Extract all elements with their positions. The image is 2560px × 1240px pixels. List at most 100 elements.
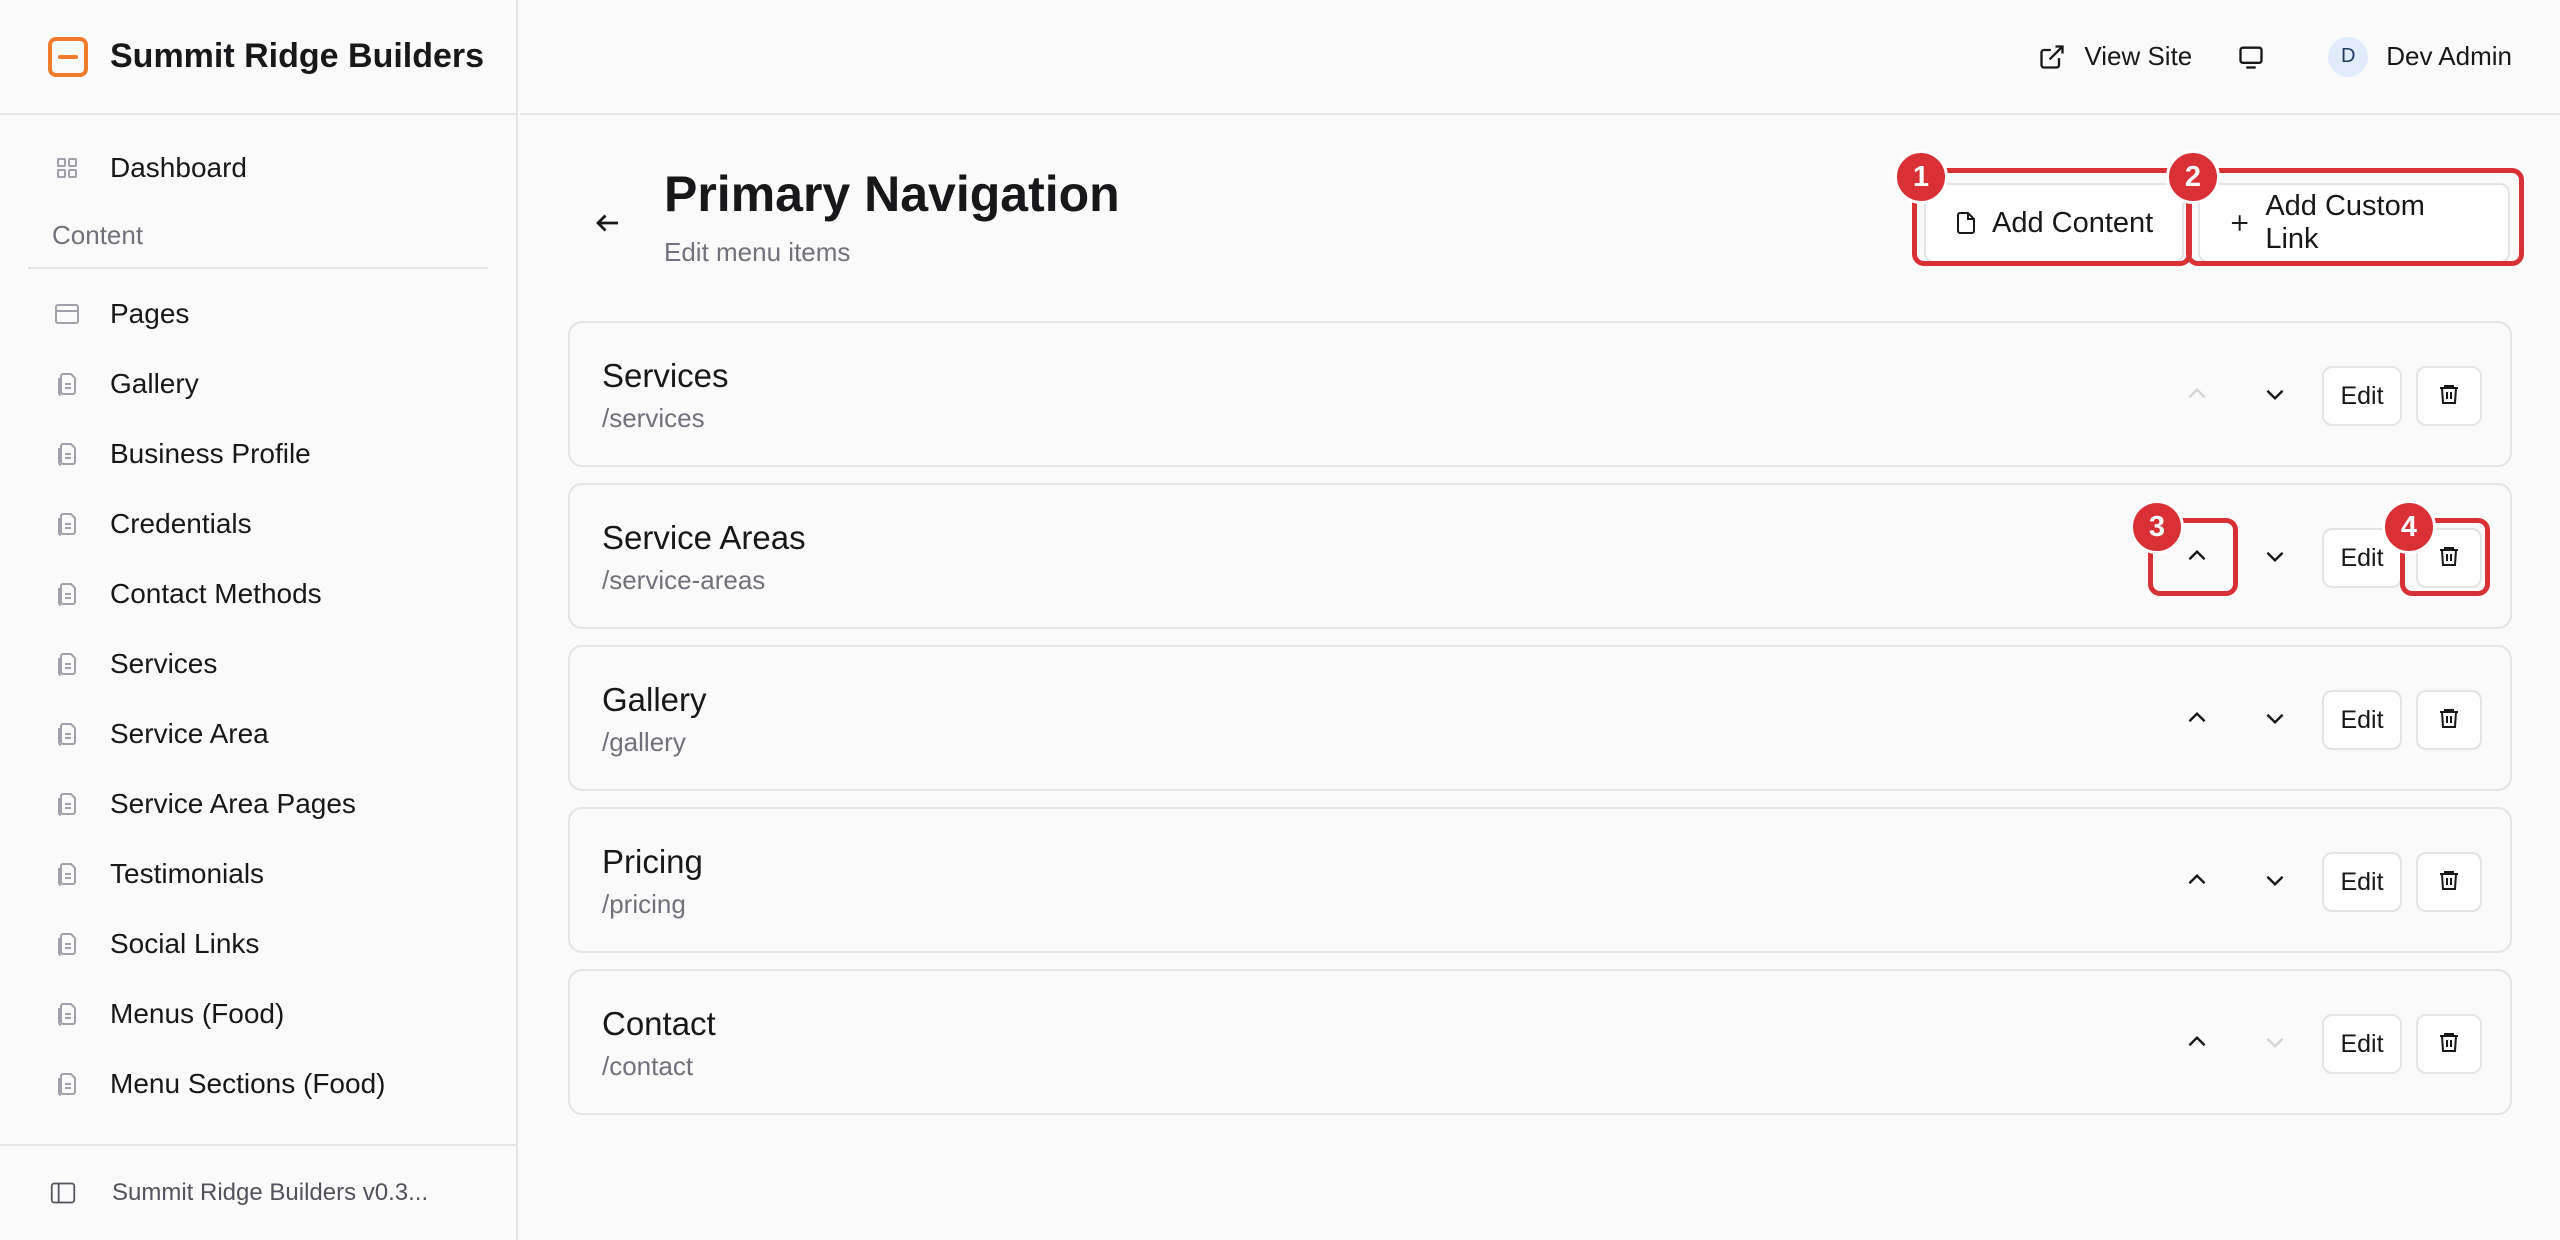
document-stack-icon — [54, 651, 80, 677]
external-link-icon — [2040, 44, 2065, 69]
chevron-up-icon — [2184, 705, 2210, 736]
back-button[interactable] — [586, 201, 630, 245]
sidebar-item-label: Social Links — [110, 928, 260, 959]
menu-item-path: /services — [602, 403, 705, 433]
move-down-button[interactable] — [2245, 690, 2305, 750]
sidebar-footer[interactable]: Summit Ridge Builders v0.3... — [0, 1144, 516, 1240]
sidebar-item-business-profile[interactable]: Business Profile — [0, 419, 516, 489]
delete-button[interactable] — [2416, 852, 2482, 912]
move-down-button[interactable] — [2245, 528, 2305, 588]
move-up-button[interactable] — [2167, 366, 2227, 426]
move-down-button[interactable] — [2245, 1014, 2305, 1074]
add-content-button[interactable]: Add Content — [1924, 183, 2184, 263]
document-stack-icon — [54, 581, 80, 607]
sidebar-item-label: Credentials — [110, 508, 252, 539]
trash-icon — [2437, 867, 2461, 898]
user-menu[interactable]: D Dev Admin — [2328, 36, 2512, 77]
topbar: View Site D Dev Admin — [520, 0, 2560, 115]
plus-icon — [2231, 215, 2248, 231]
sidebar: Summit Ridge Builders Dashboard Content … — [0, 0, 518, 1240]
sidebar-item-dashboard[interactable]: Dashboard — [0, 133, 516, 203]
sidebar-item-label: Dashboard — [110, 152, 247, 183]
sidebar-item-menu-sections-food[interactable]: Menu Sections (Food) — [0, 1049, 516, 1119]
move-up-button[interactable] — [2167, 1014, 2227, 1074]
sidebar-item-menus-food[interactable]: Menus (Food) — [0, 979, 516, 1049]
chevron-down-icon — [2262, 543, 2288, 574]
move-up-button[interactable] — [2167, 690, 2227, 750]
sidebar-toggle-icon[interactable] — [50, 1180, 76, 1206]
edit-button[interactable]: Edit — [2322, 852, 2402, 912]
chevron-up-icon — [2184, 1029, 2210, 1060]
sidebar-item-label: Testimonials — [110, 858, 265, 889]
chevron-up-icon — [2184, 867, 2210, 898]
user-name: Dev Admin — [2386, 41, 2512, 71]
sidebar-item-credentials[interactable]: Credentials — [0, 489, 516, 559]
document-stack-icon — [54, 1071, 80, 1097]
window-icon — [54, 301, 80, 327]
sidebar-item-label: Services — [110, 648, 218, 679]
sidebar-item-label: Business Profile — [110, 438, 311, 469]
move-up-button[interactable] — [2167, 852, 2227, 912]
add-content-label: Add Content — [1992, 206, 2154, 239]
menu-items-list: Services/services Edit Service Areas/servi… — [568, 321, 2512, 1131]
sidebar-item-testimonials[interactable]: Testimonials — [0, 839, 516, 909]
menu-item-path: /service-areas — [602, 565, 766, 595]
menu-item-card: Services/services Edit — [568, 321, 2512, 467]
chevron-down-icon — [2262, 867, 2288, 898]
sidebar-section-content: Content — [52, 219, 144, 250]
sidebar-content-list: Pages Gallery Business Profile Credentials C… — [0, 279, 516, 1119]
move-down-button[interactable] — [2245, 852, 2305, 912]
sidebar-item-social-links[interactable]: Social Links — [0, 909, 516, 979]
annotation-badge: 2 — [2166, 150, 2220, 204]
page-subtitle: Edit menu items — [664, 237, 851, 267]
sidebar-item-label: Pages — [110, 298, 190, 329]
document-stack-icon — [54, 1001, 80, 1027]
add-custom-link-button[interactable]: Add Custom Link — [2198, 183, 2510, 263]
menu-item-card: Pricing/pricing Edit — [568, 807, 2512, 953]
document-stack-icon — [54, 861, 80, 887]
document-stack-icon — [54, 371, 80, 397]
trash-icon — [2437, 705, 2461, 736]
document-stack-icon — [54, 441, 80, 467]
document-stack-icon — [54, 791, 80, 817]
edit-button[interactable]: Edit — [2322, 690, 2402, 750]
sidebar-item-service-area-pages[interactable]: Service Area Pages — [0, 769, 516, 839]
menu-item-title: Service Areas — [602, 519, 806, 556]
delete-button[interactable] — [2416, 1014, 2482, 1074]
brand-header[interactable]: Summit Ridge Builders — [0, 0, 516, 115]
sidebar-item-service-area[interactable]: Service Area — [0, 699, 516, 769]
dashboard-grid-icon — [54, 155, 80, 181]
page-title: Primary Navigation — [664, 166, 1120, 222]
file-icon — [1957, 212, 1975, 234]
view-site-link[interactable]: View Site — [2038, 41, 2192, 72]
sidebar-item-label: Service Area Pages — [110, 788, 356, 819]
main-content: Primary Navigation Edit menu items Add C… — [568, 115, 2512, 1115]
menu-item-title: Gallery — [602, 681, 707, 718]
menu-item-card: Gallery/gallery Edit — [568, 645, 2512, 791]
sidebar-item-services[interactable]: Services — [0, 629, 516, 699]
sidebar-item-label: Contact Methods — [110, 578, 322, 609]
delete-button[interactable] — [2416, 690, 2482, 750]
edit-button[interactable]: Edit — [2322, 366, 2402, 426]
chevron-down-icon — [2262, 705, 2288, 736]
sidebar-item-contact-methods[interactable]: Contact Methods — [0, 559, 516, 629]
document-stack-icon — [54, 721, 80, 747]
monitor-icon — [2239, 46, 2263, 69]
edit-button[interactable]: Edit — [2322, 1014, 2402, 1074]
menu-item-path: /pricing — [602, 889, 686, 919]
annotation-badge: 1 — [1894, 150, 1948, 204]
annotation-badge: 3 — [2130, 500, 2184, 554]
chevron-down-icon — [2262, 381, 2288, 412]
device-preview-button[interactable] — [2236, 43, 2284, 71]
sidebar-footer-version: Summit Ridge Builders v0.3... — [112, 1179, 429, 1206]
sidebar-item-gallery[interactable]: Gallery — [0, 349, 516, 419]
arrow-left-icon — [596, 214, 618, 232]
menu-item-title: Services — [602, 357, 729, 394]
delete-button[interactable] — [2416, 366, 2482, 426]
chevron-up-icon — [2184, 543, 2210, 574]
brand-name: Summit Ridge Builders — [110, 37, 485, 75]
move-down-button[interactable] — [2245, 366, 2305, 426]
menu-item-path: /contact — [602, 1051, 694, 1081]
sidebar-item-pages[interactable]: Pages — [0, 279, 516, 349]
document-stack-icon — [54, 931, 80, 957]
